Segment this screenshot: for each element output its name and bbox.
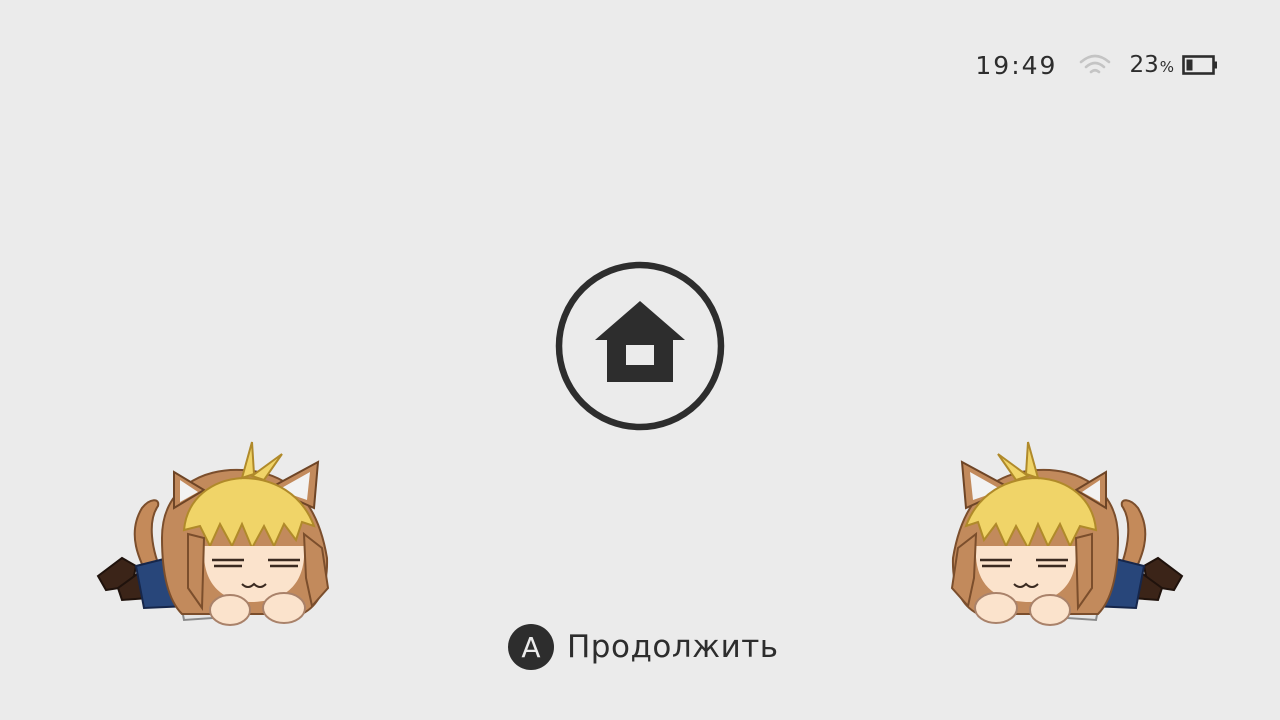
mascot-catgirl-right — [950, 441, 1184, 626]
battery-percentage: 23% — [1129, 52, 1174, 78]
battery-fill — [1186, 59, 1193, 71]
mascot-catgirl-left — [96, 441, 330, 626]
home-icon — [595, 301, 685, 382]
battery-percent-sign: % — [1159, 58, 1174, 76]
battery-percent-value: 23 — [1129, 52, 1159, 78]
home-menu-screen: 19:49 23% A Продолжить — [0, 0, 1280, 720]
a-button-icon[interactable]: A — [508, 624, 554, 670]
wifi-icon — [1080, 54, 1111, 74]
continue-prompt[interactable]: A Продолжить — [508, 624, 779, 670]
status-bar: 19:49 23% — [975, 46, 1218, 84]
clock: 19:49 — [975, 50, 1058, 80]
battery-icon — [1182, 55, 1217, 75]
home-button[interactable] — [555, 261, 725, 431]
continue-label: Продолжить — [567, 629, 779, 665]
